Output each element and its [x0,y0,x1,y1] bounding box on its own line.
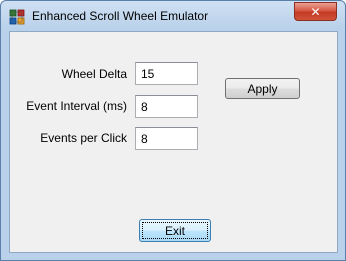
dialog-body: Wheel Delta 15 Event Interval (ms) 8 Eve… [9,31,338,253]
close-button[interactable]: ✕ [294,2,337,21]
app-window: Enhanced Scroll Wheel Emulator ✕ Wheel D… [0,0,346,261]
exit-button-label: Exit [164,223,185,238]
wheel-delta-label: Wheel Delta [61,67,127,81]
wheel-delta-input[interactable]: 15 [135,62,198,85]
events-per-click-label: Events per Click [40,131,127,145]
app-icon [9,9,25,25]
events-per-click-input[interactable]: 8 [135,127,198,150]
event-interval-input[interactable]: 8 [135,95,198,118]
window-title: Enhanced Scroll Wheel Emulator [32,9,209,23]
apply-button[interactable]: Apply [225,78,300,99]
close-icon: ✕ [310,4,321,19]
title-bar[interactable]: Enhanced Scroll Wheel Emulator ✕ [1,1,345,31]
event-interval-label: Event Interval (ms) [26,99,127,113]
exit-button[interactable]: Exit [139,219,211,242]
apply-button-label: Apply [247,81,278,96]
